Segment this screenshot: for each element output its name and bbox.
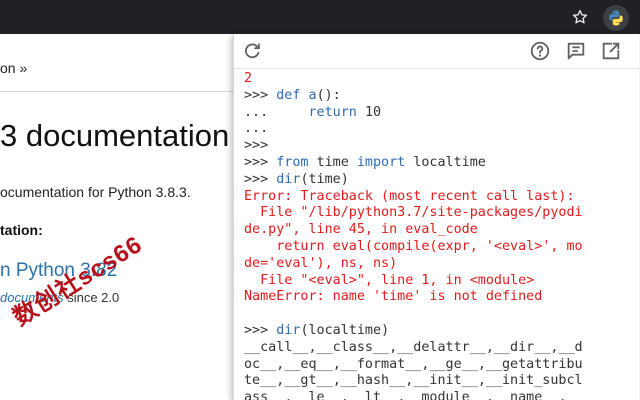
console-line: File "<eval>", line 1, in <module> xyxy=(244,272,535,288)
bookmark-star-icon[interactable] xyxy=(571,8,589,26)
console-line: ... xyxy=(244,121,269,137)
help-icon[interactable] xyxy=(529,40,551,62)
console-line: >>> def a(): xyxy=(244,87,341,103)
console-line: oc__,__eq__,__format__,__ge__,__getattri… xyxy=(244,356,583,372)
popup-toolbar xyxy=(234,34,639,69)
console-line: Error: Traceback (most recent call last)… xyxy=(244,188,575,204)
browser-toolbar xyxy=(0,0,640,34)
python-extension-icon[interactable] xyxy=(603,5,629,31)
console-line: return eval(compile(expr, '<eval>', mo xyxy=(244,238,583,254)
breadcrumb-divider xyxy=(0,91,240,92)
console-line: te__,__gt__,__hash__,__init__,__init_sub… xyxy=(244,373,583,389)
console-line: >>> from time import localtime xyxy=(244,154,486,170)
console-line: ... return 10 xyxy=(244,104,382,120)
console-line: ass__,__le__,__lt__,__module__,__name__, xyxy=(244,390,567,400)
python-console-popup: 2 >>> def a():... return 10... >>> >>> from… xyxy=(233,34,639,400)
section-heading: tation: xyxy=(0,222,43,238)
refresh-icon[interactable] xyxy=(241,40,263,62)
console-line: __call__,__class__,__delattr__,__dir__,_… xyxy=(244,339,583,355)
console-line: File "/lib/python3.7/site-packages/pyodi xyxy=(244,205,583,221)
console-line: NameError: name 'time' is not defined xyxy=(244,289,543,305)
page-title: 3 documentation xyxy=(0,118,230,153)
console-line: 2 xyxy=(244,71,253,86)
console-output[interactable]: 2 >>> def a():... return 10... >>> >>> from… xyxy=(244,71,624,400)
console-line: >>> dir(time) xyxy=(244,171,349,187)
console-line: de='eval'), ns, ns) xyxy=(244,255,398,271)
breadcrumb[interactable]: on » xyxy=(0,60,27,76)
console-line: >>> dir(localtime) xyxy=(244,322,390,338)
console-line: >>> xyxy=(244,138,269,154)
open-external-icon[interactable] xyxy=(600,40,622,62)
console-line: de.py", line 45, in eval_code xyxy=(244,222,478,238)
page-subtitle: ocumentation for Python 3.8.3. xyxy=(0,184,191,200)
feedback-icon[interactable] xyxy=(565,40,587,62)
